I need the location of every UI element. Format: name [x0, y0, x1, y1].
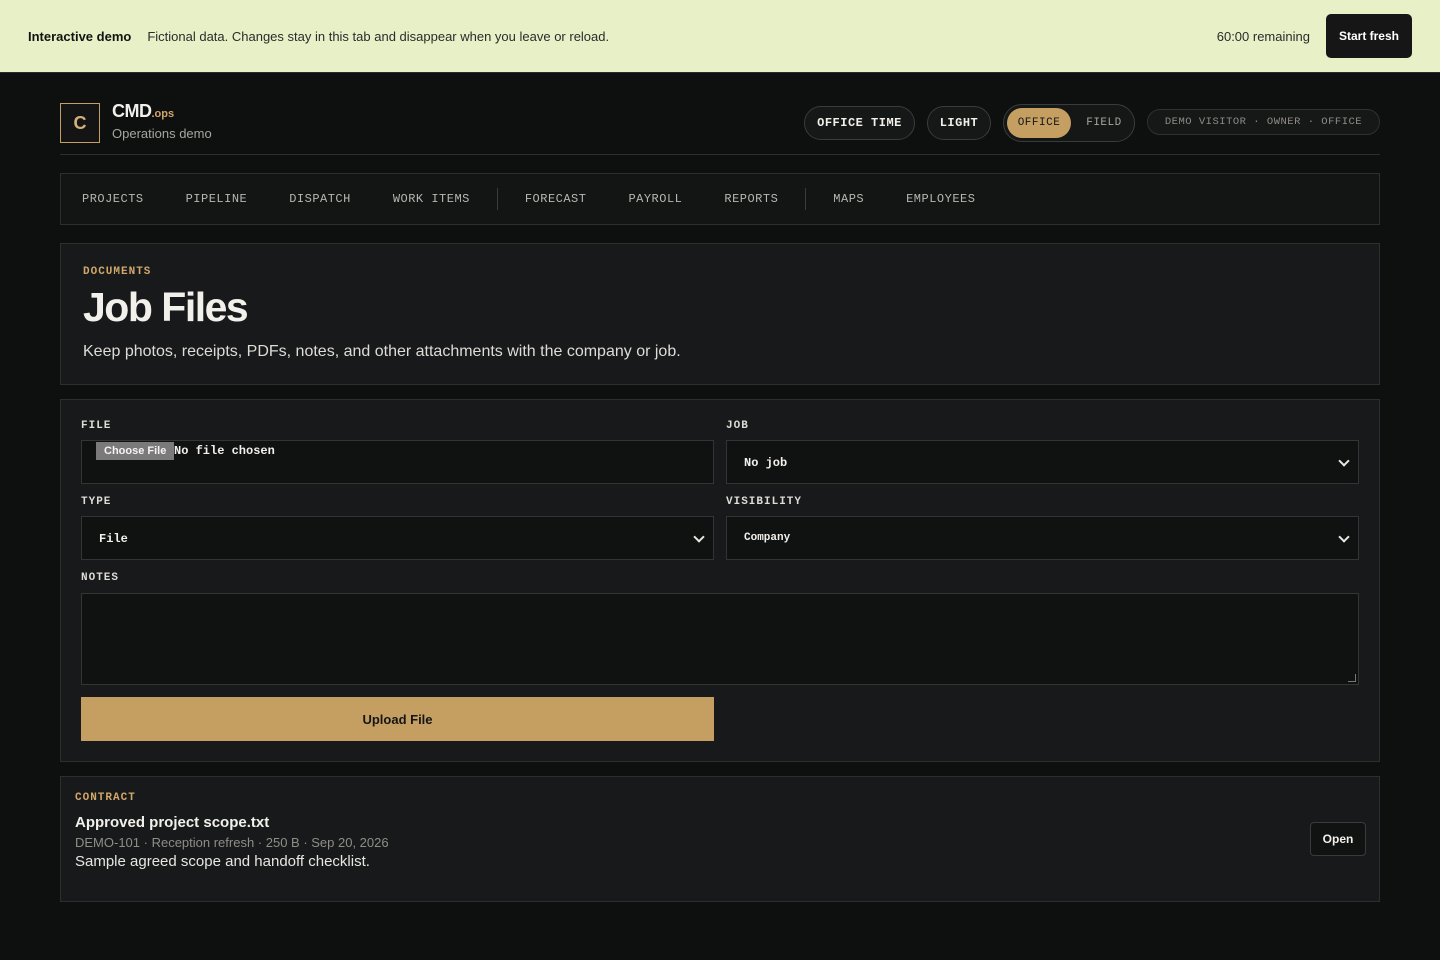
choose-file-button[interactable]: Choose File — [96, 442, 175, 460]
resize-grip-icon[interactable] — [1348, 674, 1356, 682]
chevron-down-icon — [1338, 531, 1350, 543]
page-hero: DOCUMENTS Job Files Keep photos, receipt… — [60, 243, 1380, 385]
brand-suffix: .ops — [151, 108, 175, 120]
notes-label: NOTES — [81, 572, 120, 584]
chevron-down-icon — [1338, 455, 1350, 467]
banner-title: Interactive demo — [28, 28, 132, 44]
nav-divider — [496, 188, 498, 210]
type-select-value: File — [99, 532, 128, 546]
file-input[interactable]: Choose File No file chosen — [81, 440, 714, 484]
file-status: No file chosen — [174, 444, 275, 458]
page-description: Keep photos, receipts, PDFs, notes, and … — [83, 343, 681, 360]
nav-item-pipeline[interactable]: PIPELINE — [186, 192, 248, 206]
file-meta: DEMO-101 · Reception refresh · 250 B · S… — [75, 835, 389, 850]
page-title: Job Files — [83, 284, 249, 330]
job-label: JOB — [726, 420, 749, 432]
session-timer: 60:00 remaining — [1216, 28, 1310, 44]
app-header: C CMD.ops Operations demo OFFICE TIME LI… — [60, 91, 1380, 155]
nav-item-projects[interactable]: PROJECTS — [82, 192, 144, 206]
visibility-select[interactable]: Company — [726, 516, 1359, 560]
logo: C — [60, 103, 100, 143]
nav-divider — [805, 188, 807, 210]
mode-office-option[interactable]: OFFICE — [1007, 108, 1071, 138]
section-eyebrow: DOCUMENTS — [83, 266, 152, 278]
file-note: Sample agreed scope and handoff checklis… — [75, 853, 370, 870]
nav-item-maps[interactable]: MAPS — [833, 192, 864, 206]
brand-name: CMD.ops — [112, 101, 174, 122]
file-name: Approved project scope.txt — [75, 814, 270, 831]
visibility-label: VISIBILITY — [726, 496, 803, 508]
nav-item-employees[interactable]: EMPLOYEES — [906, 192, 975, 206]
nav-item-dispatch[interactable]: DISPATCH — [289, 192, 351, 206]
nav-item-payroll[interactable]: PAYROLL — [628, 192, 682, 206]
start-fresh-button[interactable]: Start fresh — [1325, 14, 1412, 58]
theme-light-button[interactable]: LIGHT — [927, 106, 991, 140]
type-label: TYPE — [81, 496, 112, 508]
demo-banner: Interactive demo Fictional data. Changes… — [0, 0, 1440, 73]
type-select[interactable]: File — [81, 516, 714, 560]
file-list-item: CONTRACT Approved project scope.txt DEMO… — [60, 776, 1380, 902]
brand-subtitle: Operations demo — [112, 126, 212, 141]
visibility-select-value: Company — [744, 532, 791, 544]
mode-toggle: OFFICE FIELD — [1003, 104, 1135, 142]
open-file-button[interactable]: Open — [1310, 822, 1366, 856]
upload-form: FILE Choose File No file chosen JOB No j… — [60, 399, 1380, 762]
nav-item-reports[interactable]: REPORTS — [724, 192, 778, 206]
file-category: CONTRACT — [75, 792, 136, 804]
job-select[interactable]: No job — [726, 440, 1359, 484]
main-nav: PROJECTS PIPELINE DISPATCH WORK ITEMS FO… — [60, 173, 1380, 225]
upload-file-button[interactable]: Upload File — [81, 697, 714, 741]
notes-textarea[interactable] — [81, 593, 1359, 685]
nav-item-forecast[interactable]: FORECAST — [525, 192, 587, 206]
office-time-button[interactable]: OFFICE TIME — [804, 106, 915, 140]
chevron-down-icon — [693, 531, 705, 543]
user-badge: DEMO VISITOR · OWNER · OFFICE — [1147, 109, 1380, 135]
banner-description: Fictional data. Changes stay in this tab… — [147, 28, 610, 44]
mode-field-option[interactable]: FIELD — [1076, 108, 1132, 138]
brand-name-text: CMD — [112, 101, 152, 121]
job-select-value: No job — [744, 456, 788, 470]
file-label: FILE — [81, 420, 112, 432]
nav-item-work-items[interactable]: WORK ITEMS — [393, 192, 470, 206]
